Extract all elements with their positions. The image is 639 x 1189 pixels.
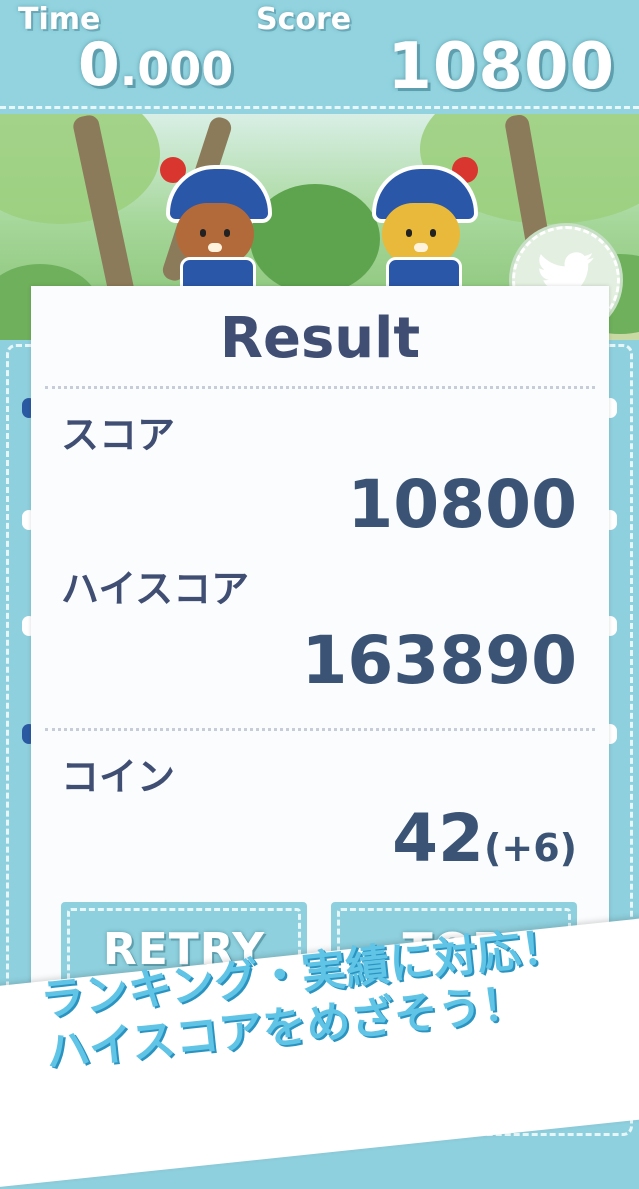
highscore-section-label: ハイスコア [61, 567, 250, 611]
highscore-section-value: 163890 [301, 622, 577, 699]
divider [45, 386, 595, 389]
score-value: 10800 [387, 30, 615, 104]
brown-bear-character [160, 157, 272, 303]
score-section-label: スコア [61, 413, 176, 457]
coin-section-value: 42(+6) [392, 800, 577, 877]
yellow-bear-character [366, 157, 478, 303]
time-value: 0.000 [78, 30, 233, 100]
score-section-value: 10800 [347, 466, 577, 543]
result-title: Result [219, 306, 421, 371]
time-int: 0 [78, 30, 120, 100]
time-decimal: .000 [119, 42, 234, 96]
coin-count: 42 [392, 800, 484, 877]
divider [45, 728, 595, 731]
score-label: Score [256, 2, 352, 37]
result-card: Result スコア 10800 ハイスコア 163890 コイン 42(+6)… [31, 286, 609, 1020]
coin-bonus: (+6) [483, 826, 577, 870]
hud-bar: Time 0.000 Score 10800 [0, 0, 639, 114]
coin-section-label: コイン [61, 755, 176, 799]
